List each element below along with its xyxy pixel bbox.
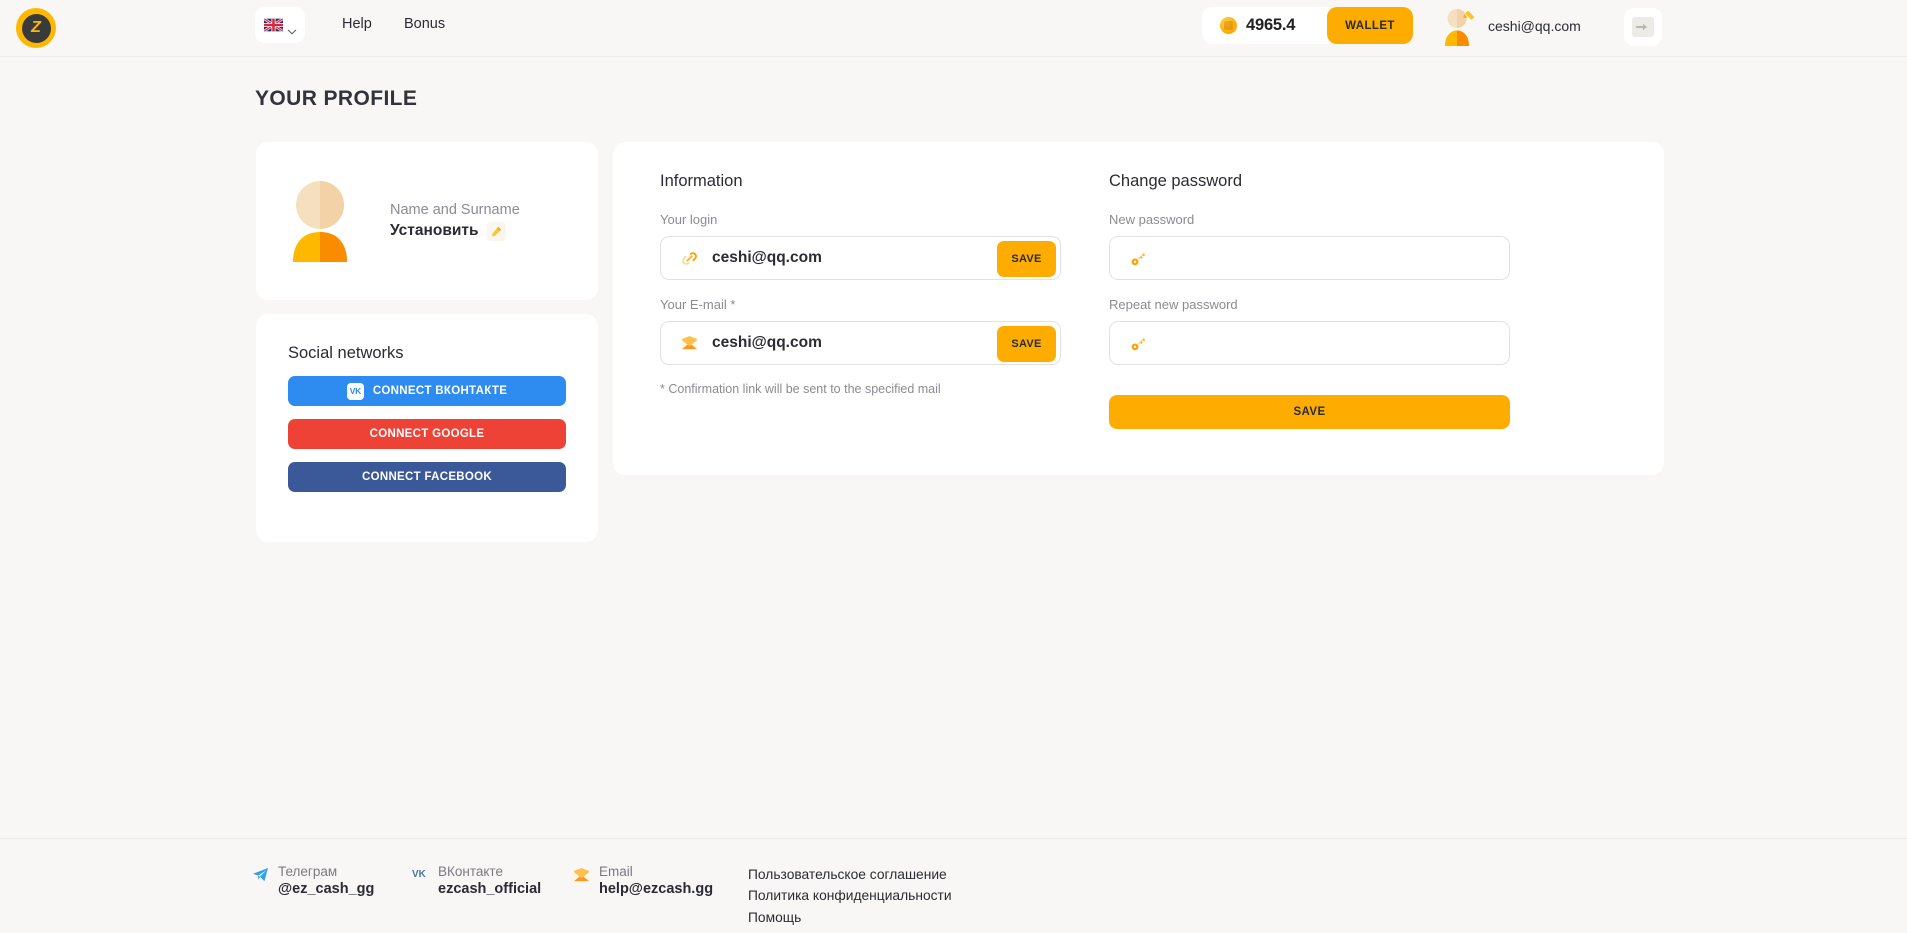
email-save-button[interactable]: SAVE: [997, 326, 1056, 362]
uk-flag-icon: [264, 18, 283, 32]
connect-vkontakte-label: CONNECT ВКОНТАКТЕ: [373, 385, 507, 397]
login-input[interactable]: [712, 249, 1040, 267]
information-section: Information Your login SAVE Your E-mail …: [660, 172, 1061, 429]
key-icon: [1130, 335, 1147, 352]
connect-vkontakte-button[interactable]: VK CONNECT ВКОНТАКТЕ: [288, 376, 566, 406]
footer-contact-value: ezcash_official: [438, 881, 541, 897]
site-logo[interactable]: Z: [16, 8, 56, 48]
profile-meta: Name and Surname Установить: [390, 202, 520, 241]
social-networks-card: Social networks VK CONNECT ВКОНТАКТЕ CON…: [256, 314, 598, 542]
chevron-down-icon: [287, 22, 297, 28]
profile-card: Name and Surname Установить: [256, 142, 598, 300]
name-value: Установить: [390, 222, 479, 240]
mail-icon: [573, 867, 590, 884]
top-header: Z Help Bonus 4965.4 WALLET: [0, 0, 1907, 57]
new-password-input[interactable]: [1161, 249, 1489, 267]
repeat-password-input[interactable]: [1161, 334, 1489, 352]
pencil-icon[interactable]: [487, 222, 506, 241]
mail-icon: [681, 335, 698, 352]
connect-facebook-label: CONNECT FACEBOOK: [362, 471, 492, 483]
footer-contact-lines: Email help@ezcash.gg: [599, 864, 713, 897]
change-password-save-button[interactable]: SAVE: [1109, 395, 1510, 429]
telegram-icon: [252, 867, 269, 884]
page-footer: Телеграм @ez_cash_gg VK ВКонтакте ezcash…: [0, 838, 1907, 933]
footer-contact-value: help@ezcash.gg: [599, 881, 713, 897]
balance-widget[interactable]: 4965.4: [1202, 7, 1335, 44]
new-password-label: New password: [1109, 212, 1510, 227]
profile-row: Name and Surname Установить: [256, 142, 598, 300]
footer-contact-label: Телеграм: [278, 864, 374, 879]
footer-contact-value: @ez_cash_gg: [278, 881, 374, 897]
connect-google-label: CONNECT GOOGLE: [370, 428, 485, 440]
name-label: Name and Surname: [390, 202, 520, 218]
footer-contact-email[interactable]: Email help@ezcash.gg: [573, 864, 713, 897]
svg-text:VK: VK: [412, 869, 427, 880]
email-label: Your E-mail *: [660, 297, 1061, 312]
repeat-password-field-wrap: [1109, 321, 1510, 365]
vk-icon: VK: [412, 867, 429, 884]
nav-bonus-link[interactable]: Bonus: [404, 16, 445, 32]
page-title: YOUR PROFILE: [255, 87, 417, 111]
footer-inner: Телеграм @ez_cash_gg VK ВКонтакте ezcash…: [0, 839, 1907, 933]
login-field-wrap: SAVE: [660, 236, 1061, 280]
connect-facebook-button[interactable]: CONNECT FACEBOOK: [288, 462, 566, 492]
vk-icon: VK: [347, 383, 364, 400]
logout-arrow-icon: [1632, 17, 1654, 37]
link-icon: [681, 250, 698, 267]
footer-contact-lines: ВКонтакте ezcash_official: [438, 864, 541, 897]
coin-icon: [1220, 17, 1237, 34]
footer-contact-lines: Телеграм @ez_cash_gg: [278, 864, 374, 897]
repeat-password-label: Repeat new password: [1109, 297, 1510, 312]
footer-legal-help[interactable]: Помощь: [748, 907, 952, 928]
user-avatar-icon: [288, 180, 368, 262]
balance-amount: 4965.4: [1246, 16, 1295, 35]
social-networks-title: Social networks: [256, 314, 598, 363]
footer-contact-telegram[interactable]: Телеграм @ez_cash_gg: [252, 864, 374, 897]
email-field-wrap: SAVE: [660, 321, 1061, 365]
change-password-title: Change password: [1109, 172, 1510, 191]
information-title: Information: [660, 172, 1061, 191]
login-label: Your login: [660, 212, 1061, 227]
user-menu[interactable]: ceshi@qq.com: [1442, 4, 1581, 48]
footer-legal-terms[interactable]: Пользовательское соглашение: [748, 864, 952, 885]
connect-google-button[interactable]: CONNECT GOOGLE: [288, 419, 566, 449]
footer-contact-label: Email: [599, 864, 713, 879]
forms-card: Information Your login SAVE Your E-mail …: [613, 142, 1664, 475]
user-avatar-icon: [1442, 6, 1478, 46]
login-save-button[interactable]: SAVE: [997, 241, 1056, 277]
logo-glyph: Z: [22, 14, 51, 43]
language-selector[interactable]: [255, 7, 305, 43]
logout-button[interactable]: [1624, 8, 1662, 46]
nav-help-link[interactable]: Help: [342, 16, 372, 32]
social-buttons-list: VK CONNECT ВКОНТАКТЕ CONNECT GOOGLE CONN…: [256, 363, 598, 492]
footer-legal-links: Пользовательское соглашение Политика кон…: [748, 864, 952, 928]
change-password-section: Change password New password Repeat new …: [1109, 172, 1510, 429]
forms-grid: Information Your login SAVE Your E-mail …: [613, 142, 1664, 429]
name-value-row: Установить: [390, 222, 520, 241]
footer-contact-vkontakte[interactable]: VK ВКонтакте ezcash_official: [412, 864, 541, 897]
user-email-label: ceshi@qq.com: [1488, 18, 1581, 34]
email-input[interactable]: [712, 334, 1040, 352]
wallet-button[interactable]: WALLET: [1327, 7, 1413, 44]
footer-contact-label: ВКонтакте: [438, 864, 541, 879]
footer-legal-privacy[interactable]: Политика конфиденциальности: [748, 885, 952, 906]
email-hint: * Confirmation link will be sent to the …: [660, 382, 1061, 396]
key-icon: [1130, 250, 1147, 267]
new-password-field-wrap: [1109, 236, 1510, 280]
